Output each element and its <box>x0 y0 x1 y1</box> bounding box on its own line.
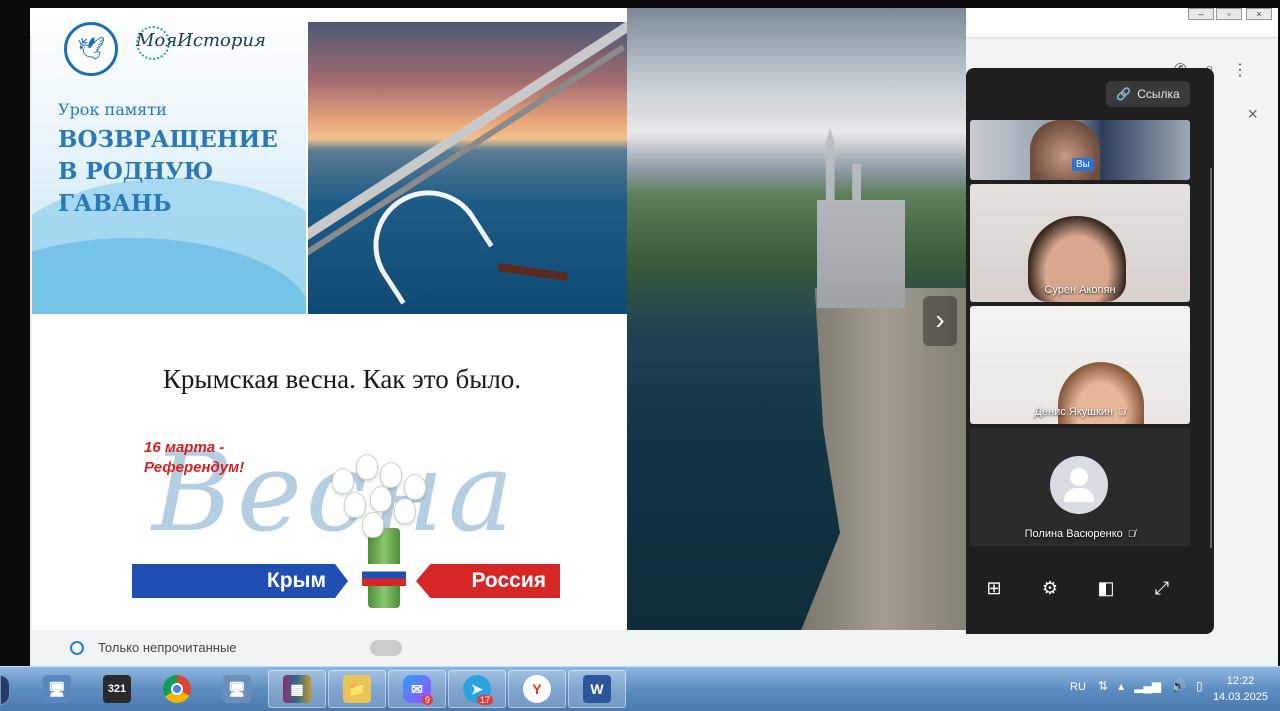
close-icon[interactable]: × <box>1247 104 1258 125</box>
crimean-bridge-photo <box>308 22 652 314</box>
show-hidden-icon[interactable]: ▴ <box>1118 679 1124 693</box>
start-button[interactable] <box>0 675 10 705</box>
signal-icon[interactable]: ▂▄▆ <box>1134 679 1161 693</box>
minimize-button[interactable]: – <box>1188 8 1214 20</box>
participant-name: Денис Якушкин <box>1034 406 1114 418</box>
language-indicator[interactable]: RU <box>1070 681 1086 693</box>
volume-icon[interactable]: 🔊 <box>1171 679 1186 693</box>
referendum-date-line: Референдум! <box>144 459 245 476</box>
video-call-panel: 🔗 Ссылка Вы Сурен Акопян Денис Якушкин 🎙… <box>966 68 1214 634</box>
unread-badge: 17 <box>476 695 493 705</box>
participant-name: Сурен Акопян <box>1044 284 1116 296</box>
winrar-icon: ▦ <box>283 675 311 703</box>
participant-name: Полина Васюренко <box>1024 528 1123 540</box>
crimea-banner: Крым <box>132 564 348 598</box>
participant-tile[interactable]: Полина Васюренко 🎙̸ <box>970 428 1190 546</box>
participant-tile[interactable]: Сурен Акопян <box>970 184 1190 302</box>
slide-title: ВОЗВРАЩЕНИЕ В РОДНУЮ ГАВАНЬ <box>58 124 298 220</box>
clock-time: 12:22 <box>1226 675 1255 687</box>
taskbar-computer-button[interactable]: 🖥 <box>28 670 86 708</box>
close-window-button[interactable]: × <box>1246 8 1272 20</box>
unread-filter-label: Только непрочитанные <box>98 640 237 655</box>
participant-name-row: Денис Якушкин 🎙̸ <box>970 406 1190 418</box>
participant-tile[interactable]: Денис Якушкин 🎙̸ <box>970 306 1190 424</box>
remote-desktop-icon: 🖥 <box>223 675 251 703</box>
taskbar-apps: 🖥 321 🖥 ▦ 📁 ✉ 9 ➤ 17 Y W <box>28 670 626 708</box>
battery-icon[interactable]: ▯ <box>1196 679 1203 693</box>
slide-caption: Крымская весна. Как это было. <box>162 364 522 394</box>
unread-toggle[interactable] <box>370 640 402 656</box>
word-icon: W <box>583 675 611 703</box>
tray-icons: ⇅ ▴ ▂▄▆ 🔊 ▯ <box>1098 679 1203 693</box>
taskbar-remote-button[interactable]: 🖥 <box>208 670 266 708</box>
chrome-icon <box>163 675 191 703</box>
swallows-nest-photo: › <box>627 8 966 630</box>
network-icon[interactable]: ⇅ <box>1098 679 1108 693</box>
participant-name-row: Полина Васюренко 🎙̸ <box>970 528 1190 540</box>
slide-title-line: ВОЗВРАЩЕНИЕ <box>58 126 278 153</box>
taskbar-explorer-button[interactable]: 📁 <box>328 670 386 708</box>
clock-date: 14.03.2025 <box>1212 691 1268 703</box>
participants-scrollbar[interactable] <box>1210 168 1212 548</box>
call-controls: ⊞ ⚙ ◧ ⤢ <box>966 578 1190 599</box>
shared-slide: 🕊 МояИстория Урок памяти ВОЗВРАЩЕНИЕ В Р… <box>32 8 652 630</box>
avatar-placeholder-icon <box>1050 456 1108 514</box>
taskbar-mpc-button[interactable]: 321 <box>88 670 146 708</box>
slide-subtitle: Урок памяти <box>58 100 167 119</box>
moya-istoriya-logo: МояИстория <box>136 30 266 51</box>
grid-icon[interactable]: ⊞ <box>982 578 1006 599</box>
participant-video <box>1030 120 1100 180</box>
mic-off-icon: 🎙̸ <box>1127 529 1136 540</box>
referendum-date: 16 марта - Референдум! <box>144 438 244 478</box>
taskbar-word-button[interactable]: W <box>568 670 626 708</box>
russian-flag-ribbon <box>362 564 406 586</box>
fullscreen-icon[interactable]: ⤢ <box>1150 578 1174 599</box>
more-icon[interactable]: ⋮ <box>1232 60 1248 80</box>
settings-icon[interactable]: ⚙ <box>1038 578 1062 599</box>
self-badge: Вы <box>1072 158 1094 171</box>
unread-filter[interactable]: Только непрочитанные <box>70 640 402 656</box>
system-tray: RU ⇅ ▴ ▂▄▆ 🔊 ▯ 12:22 14.03.2025 <box>1060 667 1280 711</box>
yandex-browser-icon: Y <box>523 675 551 703</box>
taskbar-winrar-button[interactable]: ▦ <box>268 670 326 708</box>
taskbar-telegram-button[interactable]: ➤ 17 <box>448 670 506 708</box>
pip-icon[interactable]: ◧ <box>1094 578 1118 599</box>
copy-link-button[interactable]: 🔗 Ссылка <box>1106 81 1190 107</box>
ship <box>497 263 569 281</box>
computer-icon: 🖥 <box>43 675 71 703</box>
copy-link-label: Ссылка <box>1137 87 1180 101</box>
chat-bubble-icon <box>70 640 84 655</box>
russia-banner: Россия <box>416 564 560 598</box>
participant-tile-self[interactable]: Вы <box>970 120 1190 180</box>
next-slide-arrow-icon[interactable]: › <box>923 296 957 346</box>
screen: – ▫ × ✆ ⌕ ⋮ × Только непрочитанные 🕊 Моя… <box>0 0 1280 711</box>
maximize-button[interactable]: ▫ <box>1216 8 1242 20</box>
clock[interactable]: 12:22 14.03.2025 <box>1213 673 1268 705</box>
snowdrop-bouquet <box>322 448 442 548</box>
slide-title-line: ГАВАНЬ <box>58 190 172 217</box>
unread-badge: 9 <box>421 695 433 705</box>
taskbar-messenger-button[interactable]: ✉ 9 <box>388 670 446 708</box>
referendum-date-line: 16 марта - <box>144 439 225 456</box>
volunteers-logo: 🕊 <box>64 22 118 76</box>
castle <box>817 128 905 308</box>
slide-header-panel: 🕊 МояИстория Урок памяти ВОЗВРАЩЕНИЕ В Р… <box>32 8 306 314</box>
folder-icon: 📁 <box>343 675 371 703</box>
slide-title-line: В РОДНУЮ <box>58 158 214 185</box>
taskbar-yandex-button[interactable]: Y <box>508 670 566 708</box>
taskbar: 🖥 321 🖥 ▦ 📁 ✉ 9 ➤ 17 Y W RU ⇅ ▴ ▂▄▆ 🔊 ▯ 12… <box>0 666 1280 711</box>
media-player-icon: 321 <box>103 675 131 703</box>
link-icon: 🔗 <box>1116 87 1132 101</box>
taskbar-chrome-button[interactable] <box>148 670 206 708</box>
mic-off-icon: 🎙̸ <box>1118 407 1126 418</box>
